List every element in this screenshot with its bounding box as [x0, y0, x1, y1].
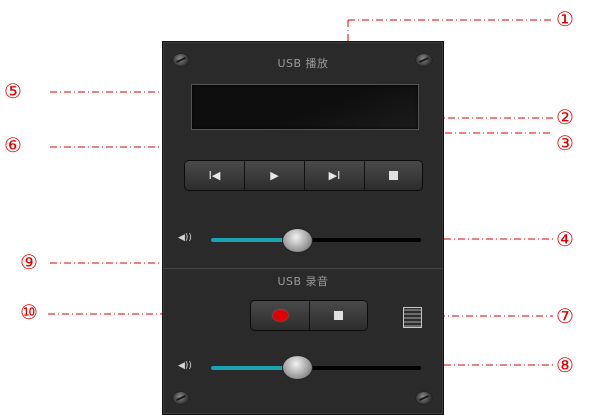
recordings-file-icon[interactable]	[403, 307, 422, 328]
record-controls	[250, 300, 368, 331]
playback-controls: I◀ ▶ ▶I	[184, 160, 423, 191]
section-divider	[163, 268, 443, 269]
record-stop-button[interactable]	[310, 301, 367, 330]
stop-button[interactable]	[365, 161, 422, 190]
callout-4: ④	[556, 227, 574, 251]
previous-track-button[interactable]: I◀	[185, 161, 245, 190]
speaker-volume-icon: ◀))	[178, 361, 192, 371]
record-volume-knob[interactable]	[282, 355, 314, 380]
callout-10: ⑩	[20, 300, 38, 324]
callout-3: ③	[556, 131, 574, 155]
callout-1: ①	[556, 7, 574, 31]
speaker-volume-icon: ◀))	[178, 233, 192, 243]
callout-2: ②	[556, 105, 574, 129]
record-volume-slider[interactable]	[211, 366, 421, 370]
callout-6: ⑥	[4, 133, 22, 157]
play-icon: ▶	[270, 169, 279, 182]
usb-panel: USB 播放 I◀ ▶ ▶I ◀)) USB 录音 ◀))	[162, 41, 444, 415]
stop-icon	[334, 311, 343, 320]
previous-track-icon: I◀	[208, 169, 221, 182]
callout-9: ⑨	[20, 250, 38, 274]
playback-volume-knob[interactable]	[282, 228, 314, 253]
screw-icon	[416, 392, 432, 404]
record-button[interactable]	[251, 301, 310, 330]
next-track-button[interactable]: ▶I	[305, 161, 365, 190]
record-icon	[272, 310, 288, 321]
screw-icon	[173, 392, 189, 404]
callout-8: ⑧	[556, 353, 574, 377]
callout-7: ⑦	[556, 304, 574, 328]
playback-section-title: USB 播放	[277, 57, 329, 70]
play-button[interactable]: ▶	[245, 161, 305, 190]
next-track-icon: ▶I	[328, 169, 341, 182]
playback-display	[191, 84, 419, 130]
stop-icon	[389, 171, 398, 180]
record-section-title: USB 录音	[277, 275, 329, 288]
playback-volume-slider[interactable]	[211, 238, 421, 242]
callout-5: ⑤	[4, 79, 22, 103]
